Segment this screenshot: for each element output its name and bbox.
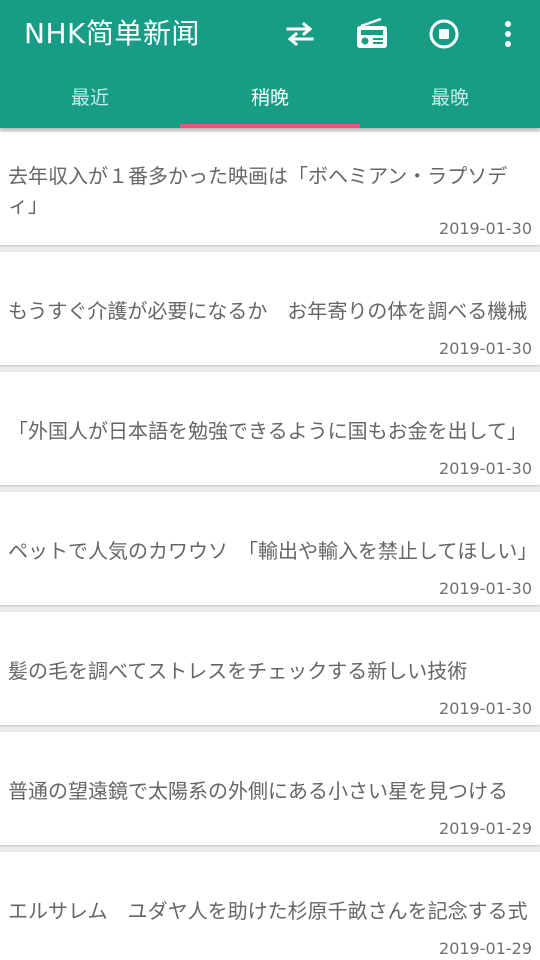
news-title: 普通の望遠鏡で太陽系の外側にある小さい星を見つける	[8, 778, 508, 803]
news-date: 2019-01-30	[439, 219, 532, 238]
news-card[interactable]: エルサレム ユダヤ人を助けた杉原千畝さんを記念する式 2019-01-29	[0, 852, 540, 960]
news-title: 髪の毛を調べてストレスをチェックする新しい技術	[8, 658, 468, 683]
news-card[interactable]: 去年収入が１番多かった映画は「ボヘミアン・ラプソディ」 2019-01-30	[0, 132, 540, 245]
news-card[interactable]: 「外国人が日本語を勉強できるように国もお金を出して」 2019-01-30	[0, 372, 540, 485]
news-date: 2019-01-30	[439, 579, 532, 598]
news-title: 「外国人が日本語を勉強できるように国もお金を出して」	[8, 418, 527, 443]
news-date: 2019-01-29	[439, 939, 532, 958]
news-card[interactable]: ペットで人気のカワウソ 「輸出や輸入を禁止してほしい」 2019-01-30	[0, 492, 540, 605]
tab-latest[interactable]: 最晚	[360, 68, 540, 128]
stop-circle-icon[interactable]	[424, 14, 464, 54]
news-date: 2019-01-29	[439, 819, 532, 838]
news-title: もうすぐ介護が必要になるか お年寄りの体を調べる機械	[8, 298, 528, 323]
tab-bar: 最近 稍晚 最晚	[0, 68, 540, 128]
tab-indicator	[180, 124, 360, 128]
app-screen: NHK简单新闻 最近 稍晚 最晚 去年収入が１番多かった映画は「ボヘミアン・ラプ…	[0, 0, 540, 960]
news-card[interactable]: 普通の望遠鏡で太陽系の外側にある小さい星を見つける 2019-01-29	[0, 732, 540, 845]
news-date: 2019-01-30	[439, 339, 532, 358]
more-vert-icon[interactable]	[488, 14, 528, 54]
radio-icon[interactable]	[352, 14, 392, 54]
app-title: NHK简单新闻	[24, 17, 200, 50]
toolbar: NHK简单新闻	[0, 0, 540, 68]
news-title: ペットで人気のカワウソ 「輸出や輸入を禁止してほしい」	[8, 538, 538, 563]
news-title: エルサレム ユダヤ人を助けた杉原千畝さんを記念する式	[8, 898, 528, 923]
news-list[interactable]: 去年収入が１番多かった映画は「ボヘミアン・ラプソディ」 2019-01-30 も…	[0, 128, 540, 960]
swap-icon[interactable]	[280, 14, 320, 54]
app-bar: NHK简单新闻 最近 稍晚 最晚	[0, 0, 540, 128]
tab-recent[interactable]: 最近	[0, 68, 180, 128]
news-card[interactable]: 髪の毛を調べてストレスをチェックする新しい技術 2019-01-30	[0, 612, 540, 725]
news-date: 2019-01-30	[439, 459, 532, 478]
tab-later[interactable]: 稍晚	[180, 68, 360, 128]
news-title: 去年収入が１番多かった映画は「ボヘミアン・ラプソディ」	[8, 164, 508, 217]
news-date: 2019-01-30	[439, 699, 532, 718]
news-card[interactable]: もうすぐ介護が必要になるか お年寄りの体を調べる機械 2019-01-30	[0, 252, 540, 365]
